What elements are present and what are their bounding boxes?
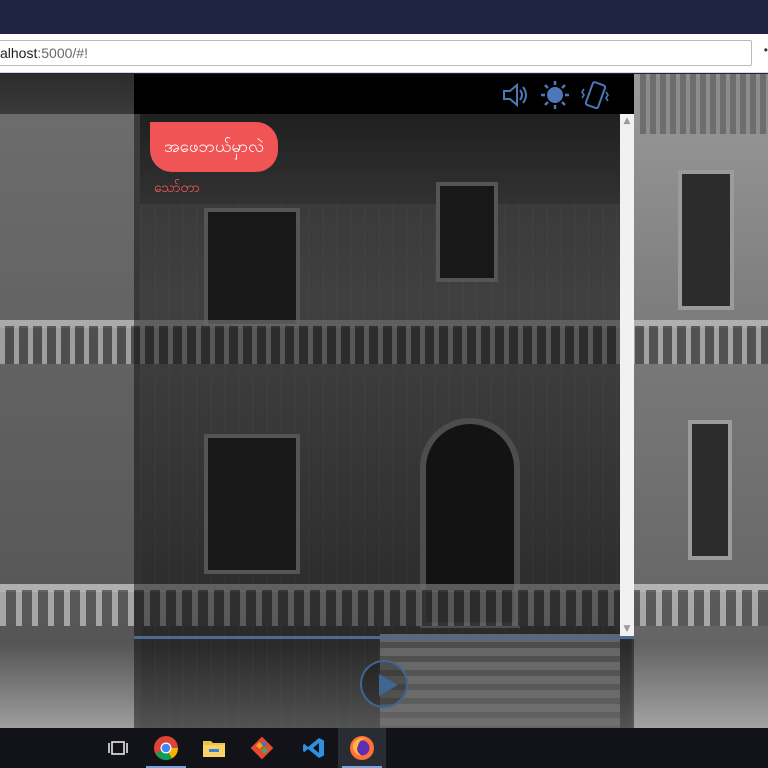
file-explorer-icon[interactable] xyxy=(190,728,238,768)
task-view-icon[interactable] xyxy=(94,728,142,768)
panel-divider xyxy=(134,636,634,639)
game-page: အဖေဘယ်မှာလဲ သော်တာ ▲ ▼ xyxy=(0,74,768,728)
firefox-icon[interactable] xyxy=(338,728,386,768)
browser-titlebar xyxy=(0,0,768,34)
brightness-icon[interactable] xyxy=(540,80,570,110)
browser-address-bar: calhost:5000/#! • xyxy=(0,34,768,73)
scroll-up-icon[interactable]: ▲ xyxy=(620,114,634,128)
message-sender: သော်တာ xyxy=(154,180,200,196)
play-icon xyxy=(379,674,398,696)
message-bubble: အဖေဘယ်မှာလဲ xyxy=(150,122,279,172)
windows-taskbar xyxy=(0,728,768,768)
url-text: calhost:5000/#! xyxy=(0,45,88,61)
scroll-down-icon[interactable]: ▼ xyxy=(620,622,634,636)
game-toolbar xyxy=(134,74,634,114)
url-field[interactable]: calhost:5000/#! xyxy=(0,40,752,66)
chat-scrollbar[interactable]: ▲ ▼ xyxy=(620,114,634,636)
chat-area: အဖေဘယ်မှာလဲ သော်တာ xyxy=(134,114,620,636)
vscode-icon[interactable] xyxy=(290,728,338,768)
chrome-icon[interactable] xyxy=(142,728,190,768)
play-button[interactable] xyxy=(360,660,408,708)
sound-icon[interactable] xyxy=(500,80,530,110)
game-panel: အဖေဘယ်မှာလဲ သော်တာ ▲ ▼ xyxy=(134,74,634,728)
page-actions-icon[interactable]: • xyxy=(764,43,768,57)
git-icon[interactable] xyxy=(238,728,286,768)
vibrate-icon[interactable] xyxy=(580,80,610,110)
